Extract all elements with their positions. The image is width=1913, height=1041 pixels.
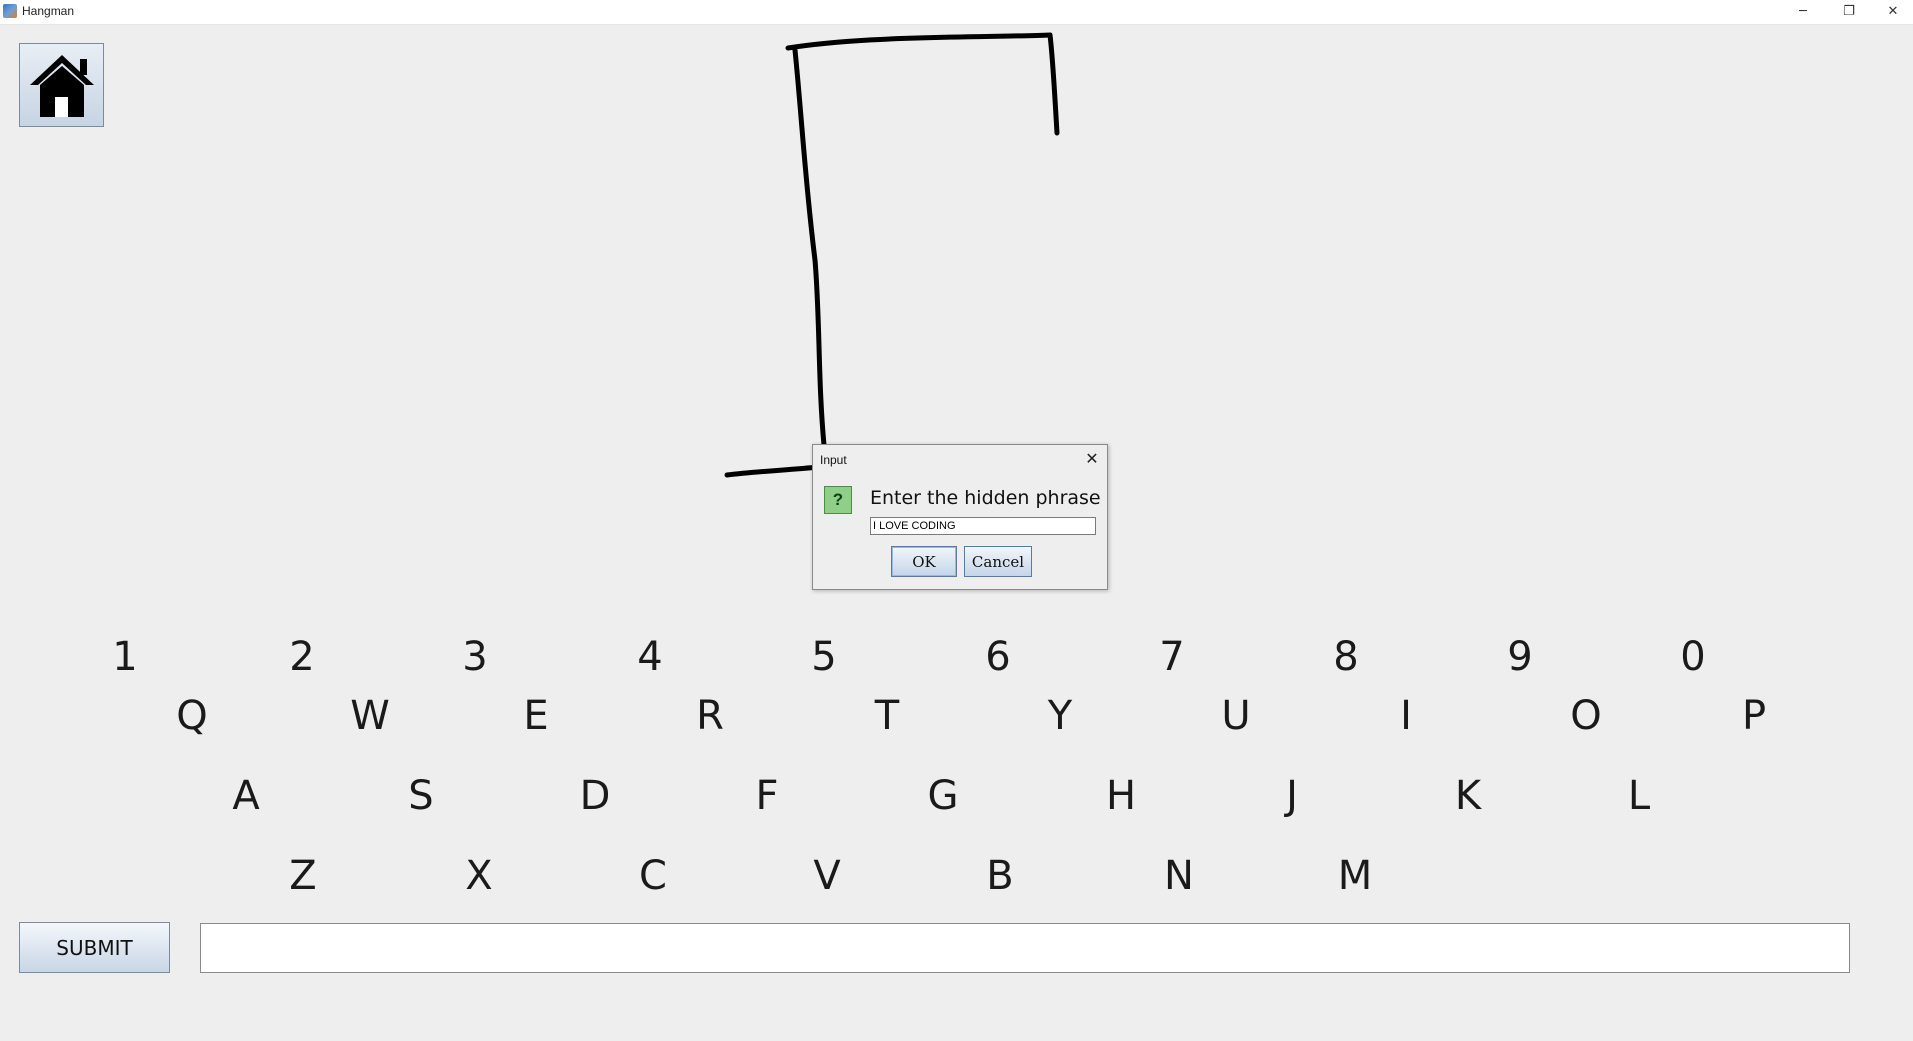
key-k[interactable]: K: [1438, 773, 1498, 819]
key-9[interactable]: 9: [1490, 634, 1550, 680]
key-c[interactable]: C: [623, 853, 683, 899]
key-l[interactable]: L: [1609, 773, 1669, 819]
key-m[interactable]: M: [1325, 853, 1385, 899]
question-icon: ?: [824, 486, 852, 514]
gallows-pole: [792, 47, 827, 448]
input-dialog: Input ✕ ? Enter the hidden phrase OK Can…: [812, 444, 1108, 590]
key-s[interactable]: S: [391, 773, 451, 819]
key-5[interactable]: 5: [794, 634, 854, 680]
key-b[interactable]: B: [970, 853, 1030, 899]
gallows-top-beam: [785, 32, 1053, 51]
submit-button[interactable]: SUBMIT: [19, 922, 170, 973]
key-0[interactable]: 0: [1663, 634, 1723, 680]
key-8[interactable]: 8: [1316, 634, 1376, 680]
hidden-phrase-input[interactable]: [870, 517, 1096, 535]
cancel-button[interactable]: Cancel: [964, 546, 1032, 577]
key-v[interactable]: V: [797, 853, 857, 899]
key-y[interactable]: Y: [1030, 693, 1090, 739]
key-2[interactable]: 2: [272, 634, 332, 680]
key-g[interactable]: G: [913, 773, 973, 819]
key-4[interactable]: 4: [620, 634, 680, 680]
key-w[interactable]: W: [340, 693, 400, 739]
key-r[interactable]: R: [680, 693, 740, 739]
guess-input[interactable]: [200, 923, 1850, 973]
key-a[interactable]: A: [216, 773, 276, 819]
dialog-close-button[interactable]: ✕: [1083, 449, 1101, 468]
key-7[interactable]: 7: [1142, 634, 1202, 680]
ok-button[interactable]: OK: [891, 546, 957, 577]
gallows-base: [724, 464, 821, 478]
gallows-rope: [1047, 32, 1060, 136]
key-3[interactable]: 3: [445, 634, 505, 680]
key-n[interactable]: N: [1149, 853, 1209, 899]
key-6[interactable]: 6: [968, 634, 1028, 680]
key-j[interactable]: J: [1262, 773, 1322, 819]
dialog-title: Input: [820, 453, 847, 467]
key-i[interactable]: I: [1376, 693, 1436, 739]
key-z[interactable]: Z: [273, 853, 333, 899]
dialog-message: Enter the hidden phrase: [870, 487, 1101, 509]
key-h[interactable]: H: [1091, 773, 1151, 819]
key-1[interactable]: 1: [95, 634, 155, 680]
key-f[interactable]: F: [737, 773, 797, 819]
key-d[interactable]: D: [565, 773, 625, 819]
key-x[interactable]: X: [449, 853, 509, 899]
key-e[interactable]: E: [506, 693, 566, 739]
key-u[interactable]: U: [1206, 693, 1266, 739]
key-o[interactable]: O: [1556, 693, 1616, 739]
key-t[interactable]: T: [857, 693, 917, 739]
key-q[interactable]: Q: [162, 693, 222, 739]
key-p[interactable]: P: [1724, 693, 1784, 739]
